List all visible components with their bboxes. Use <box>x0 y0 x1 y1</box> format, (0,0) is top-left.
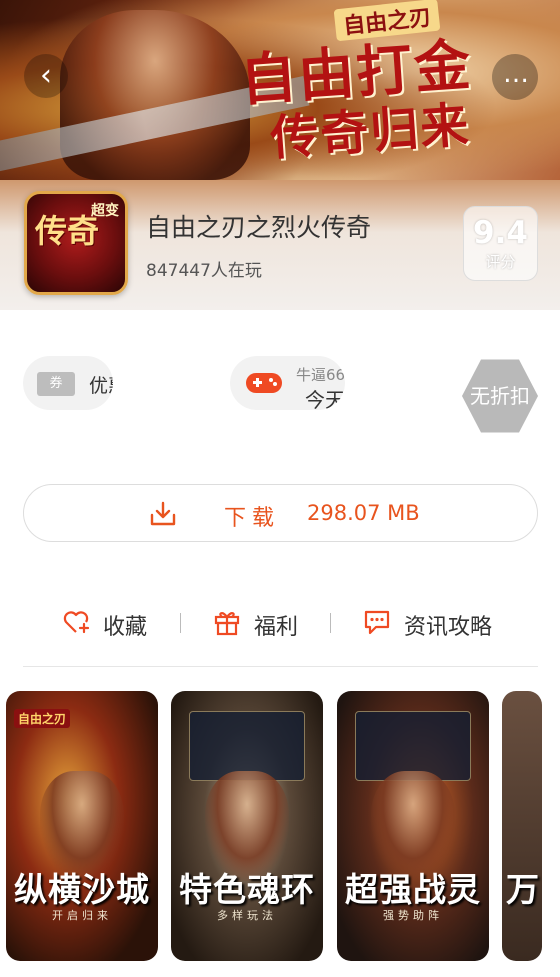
download-label: 下载 <box>224 506 281 531</box>
hero-slogan-line2: 传奇归来 <box>268 97 473 167</box>
back-button[interactable]: ‹ <box>24 54 68 98</box>
coupon-ticket-icon: 券 <box>37 372 75 396</box>
score-label: 评分 <box>485 253 516 271</box>
game-title: 自由之刃之烈火传奇 <box>146 213 372 242</box>
welfare-label: 福利 <box>254 615 299 640</box>
screenshot-subtitle: 强势助阵 <box>383 909 443 922</box>
game-app-icon: 超变 传奇 <box>24 191 128 295</box>
screenshot-title: 纵横沙城 <box>14 870 150 909</box>
download-icon <box>150 501 176 526</box>
screenshot-title: 特色魂环 <box>179 870 315 909</box>
screenshot-1[interactable]: 自由之刃 纵横沙城 开启归来 <box>6 691 158 961</box>
game-icon-text: 传奇 <box>35 212 100 250</box>
heart-plus-icon <box>63 611 90 634</box>
coupon-label: 优惠 <box>89 375 113 397</box>
more-options-button[interactable]: … <box>492 54 538 100</box>
favorite-label: 收藏 <box>103 615 148 640</box>
gamepad-icon <box>246 373 282 393</box>
action-separator <box>180 613 181 633</box>
chevron-left-icon: ‹ <box>40 58 52 93</box>
download-size: 298.07 MB <box>307 501 420 525</box>
screenshot-logo: 自由之刃 <box>14 709 71 728</box>
screenshot-title: 超强战灵 <box>345 870 481 909</box>
action-separator <box>330 613 331 633</box>
discount-badge: 无折扣 <box>462 359 538 433</box>
gift-code-main: 今天 <box>305 388 345 410</box>
score-badge: 9.4 评分 <box>463 206 538 281</box>
gift-icon <box>214 612 240 636</box>
screenshot-title: 万 <box>506 870 540 909</box>
more-dots-icon: … <box>503 59 529 89</box>
gift-code-chip[interactable]: 牛逼66 今天 <box>230 356 345 410</box>
screenshot-subtitle: 开启归来 <box>52 909 112 922</box>
screenshot-subtitle: 多样玩法 <box>217 909 277 922</box>
coupon-chip[interactable]: 券 优惠 <box>23 356 113 410</box>
screenshot-3[interactable]: 超强战灵 强势助阵 <box>337 691 489 961</box>
chat-bubble-icon <box>364 610 390 635</box>
news-guide-label: 资讯攻略 <box>404 615 493 640</box>
gift-code-sub: 牛逼66 <box>296 366 345 384</box>
download-button[interactable]: 下载 298.07 MB <box>23 484 538 542</box>
section-divider <box>23 666 538 667</box>
screenshot-4[interactable]: 万 <box>502 691 542 961</box>
score-value: 9.4 <box>473 215 528 251</box>
screenshot-2[interactable]: 特色魂环 多样玩法 <box>171 691 323 961</box>
player-count: 847447人在玩 <box>146 261 262 281</box>
